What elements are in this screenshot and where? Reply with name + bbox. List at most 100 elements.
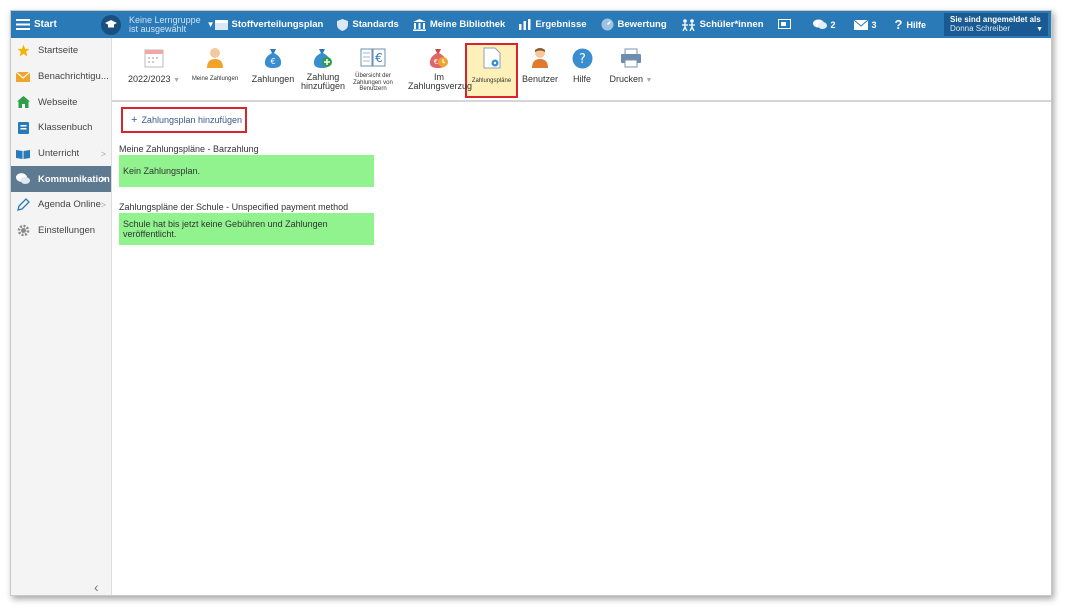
uebersicht-label-2: Zahlungen von [353, 79, 393, 86]
sidebar-item-agenda-online[interactable]: Agenda Online > [11, 192, 111, 218]
start-label: Start [34, 19, 57, 30]
group-selector[interactable]: Keine Lerngruppe ist ausgewählt ▼ [91, 11, 215, 38]
tool-drucken[interactable]: Drucken ▼ [606, 46, 656, 85]
envelope-icon [16, 70, 30, 84]
add-payment-plan-button[interactable]: + Zahlungsplan hinzufügen [121, 107, 247, 133]
caret-down-icon: ▼ [173, 77, 180, 84]
book-icon [16, 121, 30, 135]
uebersicht-label-3: Benutzern [359, 86, 387, 92]
user-icon [521, 46, 559, 70]
app-window: Start Keine Lerngruppe ist ausgewählt ▼ … [10, 10, 1052, 596]
open-book-icon [16, 147, 30, 161]
sidebar: Startseite Benachrichtigu... Webseite Kl… [11, 38, 112, 595]
sidebar-item-kommunikation[interactable]: Kommunikation > [11, 166, 111, 193]
zahlung-hinzufuegen-label-2: hinzufügen [300, 81, 346, 91]
nav-ergebnisse[interactable]: Ergebnisse [519, 11, 587, 38]
logged-in-as-label: Sie sind angemeldet als [950, 15, 1041, 24]
gear-icon [16, 224, 30, 238]
tool-zahlungsplaene[interactable]: Zahlungspläne [467, 46, 516, 85]
top-navigation-bar: Start Keine Lerngruppe ist ausgewählt ▼ … [11, 11, 1051, 38]
uebersicht-label-1: Übersicht der [355, 73, 391, 79]
nav-meine-bibliothek[interactable]: Meine Bibliothek [412, 11, 505, 38]
chevron-right-icon: > [100, 148, 106, 159]
chat-icon [16, 172, 30, 186]
sidebar-item-klassenbuch[interactable]: Klassenbuch [11, 115, 111, 141]
meine-zahlungen-label: Meine Zahlungen [191, 76, 239, 82]
tool-meine-zahlungen[interactable]: Meine Zahlungen [183, 46, 247, 83]
shield-icon [337, 18, 349, 31]
mail-button[interactable]: 3 [853, 11, 877, 38]
help-button[interactable]: ? Hilfe [895, 11, 926, 38]
group-label: Keine Lerngruppe ist ausgewählt [129, 14, 201, 34]
tool-hilfe[interactable]: ? Hilfe [569, 46, 595, 84]
nav-bewertung[interactable]: Bewertung [601, 11, 667, 38]
question-mark-icon: ? [894, 17, 903, 32]
help-label: Hilfe [906, 19, 926, 30]
chevron-right-icon: > [100, 174, 106, 185]
caret-down-icon: ▼ [206, 20, 215, 29]
school-plans-message: Schule hat bis jetzt keine Gebühren und … [119, 213, 374, 245]
drucken-label: Drucken [609, 74, 644, 84]
graduation-cap-icon [101, 14, 122, 35]
caret-down-icon: ▼ [1036, 26, 1043, 33]
add-payment-plan-label: Zahlungsplan hinzufügen [141, 115, 243, 125]
document-settings-icon [467, 46, 516, 70]
start-menu-button[interactable]: Start [11, 11, 91, 38]
nav-schueler-innen[interactable]: Schüler*innen [681, 11, 764, 38]
nav-standards[interactable]: Standards [337, 11, 399, 38]
pen-icon [16, 198, 30, 212]
svg-text:€: € [434, 58, 438, 66]
sidebar-item-benachrichtigungen[interactable]: Benachrichtigu... [11, 64, 111, 90]
person-icon [183, 46, 247, 70]
main-content: + Zahlungsplan hinzufügen Meine Zahlungs… [112, 104, 1051, 595]
money-bag-overdue-icon: € [408, 46, 470, 70]
zahlungen-label: Zahlungen [251, 74, 295, 84]
library-icon [412, 18, 426, 31]
screen-share-button[interactable] [777, 11, 795, 38]
zahlungsplaene-label: Zahlungspläne [471, 78, 512, 84]
nav-stoffverteilungsplan[interactable]: Stoffverteilungsplan [214, 11, 323, 38]
my-plans-message: Kein Zahlungsplan. [119, 155, 374, 187]
year-label: 2022/2023 [128, 74, 171, 84]
section-my-plans-title: Meine Zahlungspläne - Barzahlung [119, 144, 259, 154]
tool-benutzer[interactable]: Benutzer [521, 46, 559, 84]
sidebar-item-unterricht[interactable]: Unterricht > [11, 141, 111, 167]
cast-icon [777, 19, 791, 30]
house-icon [16, 95, 30, 109]
sidebar-item-startseite[interactable]: Startseite [11, 38, 111, 64]
calendar-icon [214, 19, 228, 30]
hamburger-menu-icon [16, 19, 30, 30]
chevron-right-icon: > [100, 199, 106, 210]
sidebar-item-webseite[interactable]: Webseite [11, 89, 111, 115]
year-selector[interactable]: 2022/2023 ▼ [126, 46, 182, 85]
section-school-plans-title: Zahlungspläne der Schule - Unspecified p… [119, 202, 349, 212]
svg-text:€: € [375, 51, 383, 65]
chat-count: 2 [830, 19, 836, 30]
money-bag-icon: € [249, 46, 297, 70]
tool-im-zahlungsverzug[interactable]: € Im Zahlungsverzug [408, 46, 473, 91]
bar-chart-icon [519, 19, 531, 30]
help-circle-icon: ? [569, 46, 595, 70]
caret-down-icon: ▼ [645, 77, 653, 84]
svg-text:€: € [270, 57, 275, 66]
plus-icon: + [131, 114, 138, 126]
zahlungsverzug-label-2: Zahlungsverzug [408, 81, 473, 91]
students-icon [681, 18, 696, 31]
tool-uebersicht-zahlungen[interactable]: € Übersicht der Zahlungen von Benutzern [349, 46, 397, 93]
envelope-icon [853, 19, 868, 30]
tool-zahlung-hinzufuegen[interactable]: Zahlung hinzufügen [300, 46, 346, 91]
calendar-icon [126, 46, 182, 70]
svg-text:?: ? [579, 52, 586, 67]
tool-zahlungen[interactable]: € Zahlungen [249, 46, 297, 84]
printer-icon [606, 46, 656, 70]
user-account-menu[interactable]: Sie sind angemeldet als Donna Schreiber … [944, 13, 1048, 36]
ledger-euro-icon: € [349, 46, 397, 70]
sidebar-item-einstellungen[interactable]: Einstellungen [11, 218, 111, 244]
hilfe-label: Hilfe [572, 74, 591, 84]
chat-button[interactable]: 2 [812, 11, 836, 38]
benutzer-label: Benutzer [521, 74, 559, 84]
mail-count: 3 [871, 19, 877, 30]
star-icon [16, 44, 30, 58]
module-toolbar: 2022/2023 ▼ Meine Zahlungen € Zahlungen … [112, 38, 1051, 102]
collapse-sidebar-icon[interactable]: ‹ [94, 579, 99, 595]
